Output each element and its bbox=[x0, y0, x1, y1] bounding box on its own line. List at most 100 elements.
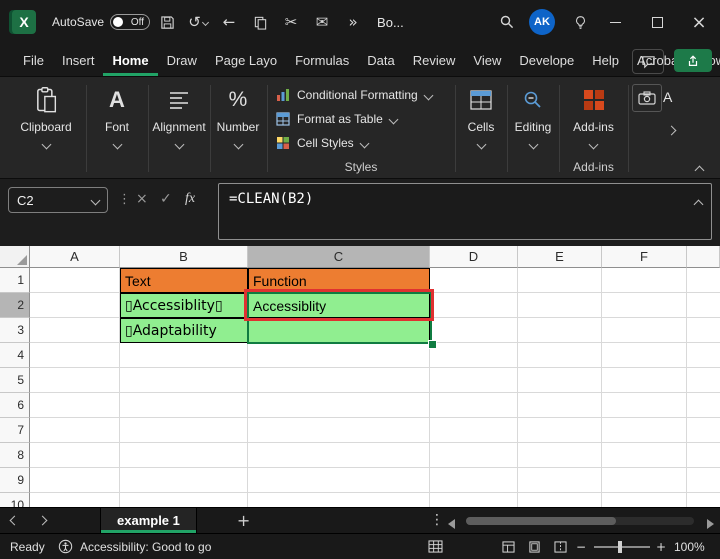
row-header-2[interactable]: 2 bbox=[0, 293, 30, 318]
ideas-button[interactable] bbox=[566, 8, 594, 36]
row-header-3[interactable]: 3 bbox=[0, 318, 30, 343]
zoom-slider-thumb[interactable] bbox=[618, 541, 622, 553]
format-as-table-button[interactable]: Format as Table bbox=[276, 108, 397, 130]
horizontal-scrollbar-thumb[interactable] bbox=[466, 517, 616, 525]
maximize-button[interactable] bbox=[636, 0, 678, 44]
accessibility-status[interactable]: Accessibility: Good to go bbox=[80, 534, 211, 559]
collapse-formula-bar-button[interactable] bbox=[695, 195, 702, 213]
enter-button[interactable]: ✓ bbox=[160, 191, 172, 207]
hscroll-left-button[interactable] bbox=[448, 516, 455, 534]
zoom-slider[interactable] bbox=[594, 546, 650, 548]
name-box[interactable]: C2 bbox=[8, 187, 108, 213]
tab-draw[interactable]: Draw bbox=[158, 44, 206, 76]
zoom-percentage[interactable]: 100% bbox=[674, 534, 705, 559]
minimize-button[interactable] bbox=[594, 0, 636, 44]
comments-button[interactable] bbox=[632, 49, 664, 74]
column-header-partial[interactable] bbox=[687, 246, 720, 268]
tab-data[interactable]: Data bbox=[358, 44, 403, 76]
tab-help[interactable]: Help bbox=[583, 44, 628, 76]
mail-button[interactable]: ✉ bbox=[308, 8, 336, 36]
ribbon-scroll-right-button[interactable] bbox=[668, 121, 675, 139]
cell-styles-button[interactable]: Cell Styles bbox=[276, 132, 368, 154]
search-button[interactable] bbox=[493, 8, 521, 36]
status-mode[interactable]: Ready bbox=[10, 534, 45, 559]
column-header-A[interactable]: A bbox=[30, 246, 120, 268]
select-all-corner[interactable] bbox=[0, 246, 30, 268]
sheet-nav-left-button[interactable] bbox=[0, 517, 28, 524]
row-header-1[interactable]: 1 bbox=[0, 268, 30, 293]
tab-page-layout[interactable]: Page Layo bbox=[206, 44, 286, 76]
sheet-view-button[interactable] bbox=[428, 534, 443, 559]
column-header-C[interactable]: C bbox=[248, 246, 430, 268]
addins-icon bbox=[581, 83, 607, 117]
column-header-D[interactable]: D bbox=[430, 246, 518, 268]
cell-C3[interactable] bbox=[248, 318, 430, 343]
cell-B2[interactable]: ▯Accessiblity▯ bbox=[120, 293, 248, 318]
sheet-tab-example-1[interactable]: example 1 bbox=[100, 508, 197, 533]
ribbon-group-number[interactable]: % Number bbox=[210, 83, 266, 148]
share-button[interactable] bbox=[674, 49, 712, 72]
row-header-8[interactable]: 8 bbox=[0, 443, 30, 468]
avatar[interactable]: AK bbox=[529, 9, 555, 35]
ribbon-group-alignment[interactable]: Alignment bbox=[148, 83, 210, 148]
page-layout-view-button[interactable] bbox=[528, 534, 541, 559]
cell-B1[interactable]: Text bbox=[120, 268, 248, 293]
horizontal-scrollbar[interactable] bbox=[466, 517, 694, 525]
ribbon-group-font[interactable]: A Font bbox=[86, 83, 148, 148]
column-header-E[interactable]: E bbox=[518, 246, 602, 268]
cell-C1[interactable]: Function bbox=[248, 268, 430, 293]
sheet-more-button[interactable]: ⋮ bbox=[430, 512, 444, 528]
title-bar-right: AK × bbox=[490, 0, 720, 44]
row-header-7[interactable]: 7 bbox=[0, 418, 30, 443]
new-sheet-button[interactable]: + bbox=[237, 511, 250, 530]
normal-view-button[interactable] bbox=[502, 534, 515, 559]
zoom-in-button[interactable]: + bbox=[656, 534, 666, 559]
toolbar-overflow-button[interactable]: » bbox=[339, 8, 367, 36]
tab-developer[interactable]: Develope bbox=[510, 44, 583, 76]
autosave-control[interactable]: AutoSave Off bbox=[52, 14, 150, 30]
sheet-nav-right-button[interactable] bbox=[28, 517, 56, 524]
column-header-F[interactable]: F bbox=[602, 246, 687, 268]
fill-handle[interactable] bbox=[428, 340, 437, 349]
row-header-5[interactable]: 5 bbox=[0, 368, 30, 393]
ribbon-group-cells[interactable]: Cells bbox=[455, 83, 507, 148]
page-break-view-button[interactable] bbox=[554, 534, 567, 559]
tab-formulas[interactable]: Formulas bbox=[286, 44, 358, 76]
hscroll-right-button[interactable] bbox=[707, 516, 714, 534]
save-button[interactable] bbox=[153, 8, 181, 36]
cell-C2[interactable]: Accessiblity bbox=[248, 293, 430, 318]
copy-button[interactable] bbox=[246, 8, 274, 36]
column-header-B[interactable]: B bbox=[120, 246, 248, 268]
back-button[interactable]: ← bbox=[215, 8, 243, 36]
row-header-4[interactable]: 4 bbox=[0, 343, 30, 368]
cut-button[interactable]: ✂ bbox=[277, 8, 305, 36]
conditional-formatting-button[interactable]: Conditional Formatting bbox=[276, 84, 432, 106]
row-header-6[interactable]: 6 bbox=[0, 393, 30, 418]
ribbon-group-editing[interactable]: Editing bbox=[507, 83, 559, 148]
undo-button[interactable]: ↺ bbox=[184, 8, 212, 36]
avatar-initials: AK bbox=[534, 16, 550, 28]
collapse-ribbon-button[interactable] bbox=[696, 161, 703, 179]
tab-insert[interactable]: Insert bbox=[53, 44, 104, 76]
ribbon-group-clipboard[interactable]: Clipboard bbox=[8, 83, 84, 148]
excel-logo-icon[interactable]: X bbox=[12, 10, 36, 34]
tab-file[interactable]: File bbox=[14, 44, 53, 76]
row-header-9[interactable]: 9 bbox=[0, 468, 30, 493]
cancel-button[interactable]: × bbox=[136, 191, 148, 207]
ribbon-group-addins[interactable]: Add-ins bbox=[559, 83, 628, 148]
tab-home[interactable]: Home bbox=[103, 44, 157, 76]
autosave-toggle[interactable]: Off bbox=[110, 14, 150, 30]
tab-review[interactable]: Review bbox=[404, 44, 465, 76]
row-header-10[interactable]: 10 bbox=[0, 493, 30, 507]
accessibility-icon bbox=[58, 534, 73, 559]
group-divider bbox=[628, 85, 629, 172]
formula-input[interactable]: =CLEAN(B2) bbox=[218, 183, 712, 240]
cell-B3[interactable]: ▯Adaptability bbox=[120, 318, 248, 343]
zoom-out-button[interactable]: − bbox=[576, 534, 586, 559]
insert-function-button[interactable]: fx bbox=[185, 191, 195, 207]
camera-button[interactable] bbox=[632, 84, 662, 112]
close-button[interactable]: × bbox=[678, 0, 720, 44]
tab-view[interactable]: View bbox=[464, 44, 510, 76]
gridline bbox=[601, 268, 602, 507]
more-vertical-icon[interactable]: ⋮ bbox=[118, 192, 131, 207]
